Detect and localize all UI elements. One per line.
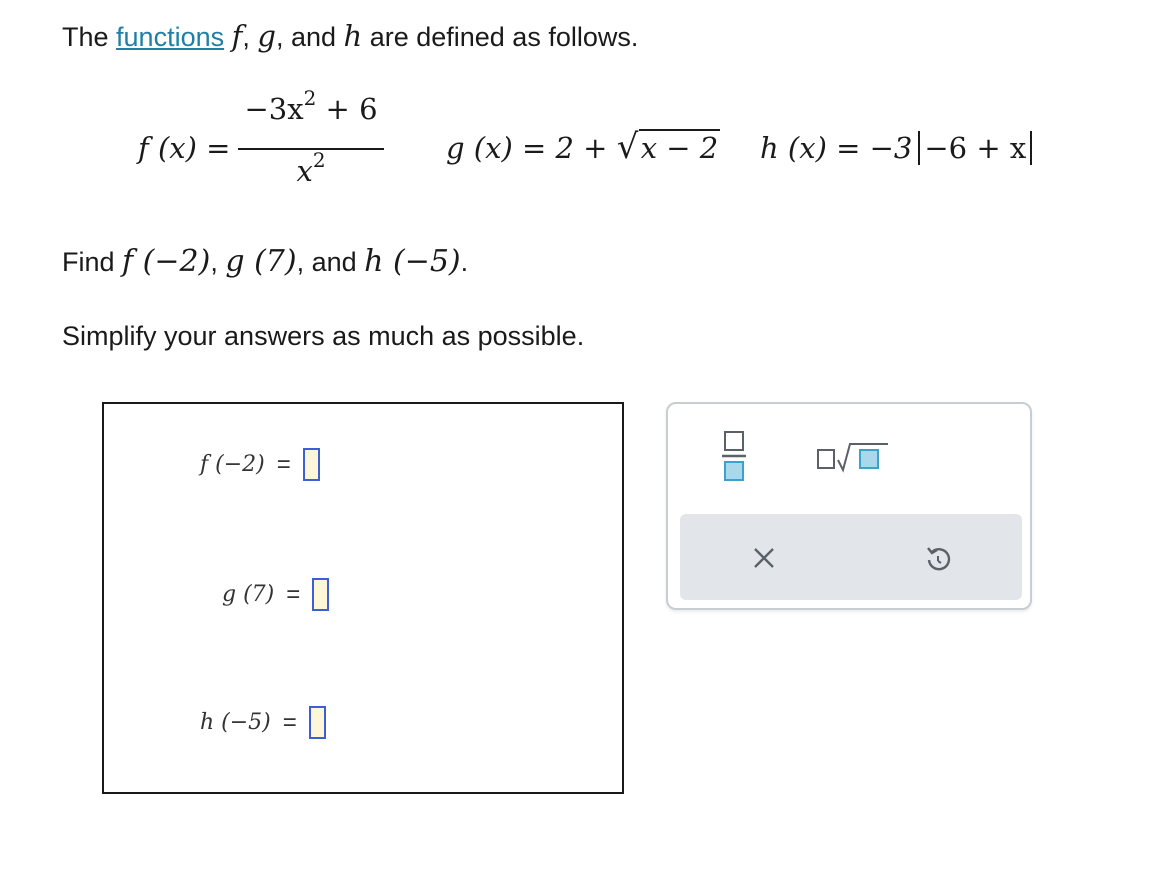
- f-lhs: f (x) =: [138, 131, 231, 165]
- answer-f-label: f (−2): [200, 452, 265, 477]
- find-suffix: .: [460, 247, 469, 277]
- action-bar: [680, 514, 1022, 600]
- find-instruction: Find f (−2), g (7), and h (−5).: [62, 244, 468, 280]
- sqrt-button[interactable]: [816, 440, 892, 474]
- fraction-icon: [722, 431, 746, 481]
- f-numerator-term: −3x: [244, 92, 304, 126]
- clear-icon: [754, 548, 774, 568]
- answer-h-input[interactable]: [308, 706, 326, 739]
- answer-row-g: g (7) =: [222, 578, 330, 611]
- functions-link[interactable]: functions: [116, 22, 224, 52]
- undo-icon: [927, 547, 951, 571]
- intro-suffix: are defined as follows.: [362, 22, 639, 52]
- find-sep-2: , and: [296, 247, 365, 277]
- var-h: h: [343, 19, 363, 53]
- answer-row-h: h (−5) =: [200, 706, 326, 739]
- fraction-bar: [238, 148, 384, 150]
- h-absolute-value: −6 + x: [918, 131, 1033, 165]
- g-definition: g (x) = 2 + √ x − 2: [446, 127, 721, 167]
- answer-g-equals: =: [286, 580, 301, 608]
- h-definition: h (x) = −3 −6 + x: [760, 131, 1033, 165]
- answer-g-input[interactable]: [312, 578, 330, 611]
- f-definition-lhs: f (x) =: [138, 131, 230, 165]
- answer-row-f: f (−2) =: [200, 448, 320, 481]
- h-lhs: h (x) = −3: [760, 131, 913, 165]
- problem-intro: The functions f, g, and h are defined as…: [62, 18, 638, 55]
- var-f: f: [231, 19, 243, 53]
- find-sep-1: ,: [210, 247, 226, 277]
- g-lhs: g (x) = 2 +: [446, 131, 617, 165]
- math-palette: [666, 402, 1032, 610]
- find-g-call: g (7): [225, 244, 297, 279]
- f-denominator-exp: 2: [312, 148, 326, 172]
- answer-h-equals: =: [282, 708, 297, 736]
- f-denominator: x2: [238, 150, 384, 188]
- var-g: g: [257, 19, 276, 53]
- undo-button[interactable]: [924, 544, 952, 572]
- radical-icon: √: [616, 127, 639, 167]
- find-h-call: h (−5): [364, 244, 461, 279]
- fraction-button[interactable]: [716, 430, 752, 486]
- intro-comma-2: , and: [275, 22, 344, 52]
- f-numerator: −3x2 + 6: [238, 88, 384, 126]
- clear-button[interactable]: [752, 546, 776, 570]
- sqrt-expression: √ x − 2: [617, 127, 721, 167]
- f-denominator-term: x: [296, 154, 313, 188]
- intro-comma-1: ,: [242, 22, 258, 52]
- find-prefix: Find: [62, 247, 123, 277]
- answer-f-input[interactable]: [302, 448, 320, 481]
- g-radicand: x − 2: [638, 129, 721, 165]
- simplify-instruction: Simplify your answers as much as possibl…: [62, 321, 585, 351]
- answer-h-label: h (−5): [200, 710, 271, 735]
- f-numerator-exp: 2: [303, 86, 317, 110]
- find-f-call: f (−2): [122, 244, 211, 279]
- answer-f-equals: =: [276, 450, 291, 478]
- f-numerator-tail: + 6: [316, 92, 378, 126]
- sqrt-icon: [817, 443, 888, 473]
- intro-prefix: The: [62, 22, 117, 52]
- answer-g-label: g (7): [222, 582, 275, 607]
- answer-box: f (−2) = g (7) = h (−5) =: [102, 402, 624, 794]
